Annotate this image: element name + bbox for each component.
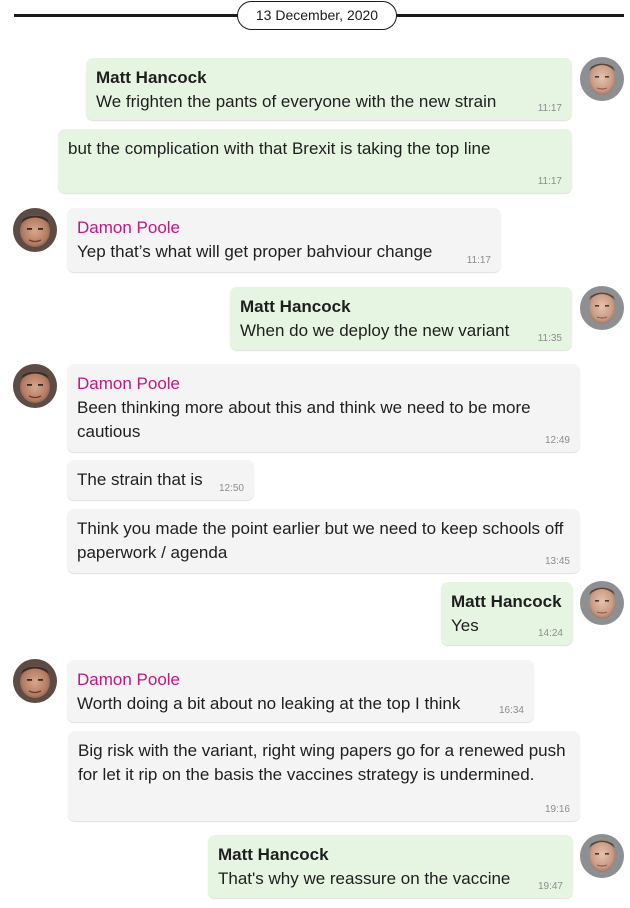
message-text: Been thinking more about this and think … bbox=[77, 398, 531, 441]
sender-name: Damon Poole bbox=[77, 670, 181, 689]
profile-photo-icon bbox=[580, 834, 624, 878]
avatar-matt-hancock[interactable] bbox=[580, 57, 624, 101]
message-bubble-outgoing[interactable]: Matt Hancock That's why we reassure on t… bbox=[208, 835, 573, 898]
message-bubble-incoming[interactable]: Damon Poole Worth doing a bit about no l… bbox=[67, 660, 534, 722]
message-text: That's why we reassure on the vaccine bbox=[218, 869, 511, 888]
message-text: When do we deploy the new variant bbox=[240, 321, 510, 340]
message-bubble-outgoing[interactable]: Matt Hancock We frighten the pants of ev… bbox=[86, 58, 572, 120]
message-time: 11:17 bbox=[537, 103, 562, 114]
avatar-damon-poole[interactable] bbox=[13, 208, 57, 252]
message-text: Big risk with the variant, right wing pa… bbox=[78, 741, 566, 784]
message-text: We frighten the pants of everyone with t… bbox=[96, 92, 497, 111]
message-text: Worth doing a bit about no leaking at th… bbox=[77, 694, 461, 713]
message-bubble-outgoing[interactable]: but the complication with that Brexit is… bbox=[58, 129, 572, 193]
avatar-damon-poole[interactable] bbox=[13, 659, 57, 703]
profile-photo-icon bbox=[13, 659, 57, 703]
profile-photo-icon bbox=[580, 286, 624, 330]
message-text: Yep that’s what will get proper bahviour… bbox=[77, 242, 433, 261]
sender-name: Matt Hancock bbox=[96, 68, 207, 87]
message-bubble-incoming[interactable]: Damon Poole Yep that’s what will get pro… bbox=[67, 208, 501, 272]
message-time: 16:34 bbox=[498, 705, 524, 716]
message-time: 12:49 bbox=[544, 435, 570, 446]
message-time: 13:45 bbox=[544, 556, 570, 567]
message-text: Think you made the point earlier but we … bbox=[77, 519, 564, 562]
message-bubble-outgoing[interactable]: Matt Hancock When do we deploy the new v… bbox=[230, 287, 572, 350]
message-time: 12:50 bbox=[218, 483, 244, 494]
sender-name: Damon Poole bbox=[77, 218, 181, 237]
message-time: 11:35 bbox=[537, 333, 562, 344]
message-time: 19:16 bbox=[544, 804, 570, 815]
message-time: 11:17 bbox=[537, 176, 562, 187]
sender-name: Matt Hancock bbox=[451, 592, 562, 611]
message-bubble-incoming[interactable]: Think you made the point earlier but we … bbox=[67, 509, 580, 573]
message-time: 11:17 bbox=[466, 255, 491, 266]
avatar-matt-hancock[interactable] bbox=[580, 834, 624, 878]
message-time: 19:47 bbox=[537, 881, 563, 892]
avatar-matt-hancock[interactable] bbox=[580, 581, 624, 625]
message-time: 14:24 bbox=[537, 628, 563, 639]
message-bubble-incoming[interactable]: The strain that is 12:50 bbox=[67, 460, 254, 500]
sender-name: Matt Hancock bbox=[240, 297, 351, 316]
date-divider: 13 December, 2020 bbox=[14, 0, 624, 34]
profile-photo-icon bbox=[13, 364, 57, 408]
message-bubble-outgoing[interactable]: Matt Hancock Yes 14:24 bbox=[441, 582, 573, 645]
message-bubble-incoming[interactable]: Damon Poole Been thinking more about thi… bbox=[67, 364, 580, 452]
profile-photo-icon bbox=[580, 581, 624, 625]
sender-name: Damon Poole bbox=[77, 374, 181, 393]
message-text: but the complication with that Brexit is… bbox=[68, 139, 491, 158]
date-label: 13 December, 2020 bbox=[237, 1, 397, 30]
profile-photo-icon bbox=[13, 208, 57, 252]
avatar-matt-hancock[interactable] bbox=[580, 286, 624, 330]
message-bubble-incoming[interactable]: Big risk with the variant, right wing pa… bbox=[68, 731, 580, 821]
avatar-damon-poole[interactable] bbox=[13, 364, 57, 408]
profile-photo-icon bbox=[580, 57, 624, 101]
sender-name: Matt Hancock bbox=[218, 845, 329, 864]
